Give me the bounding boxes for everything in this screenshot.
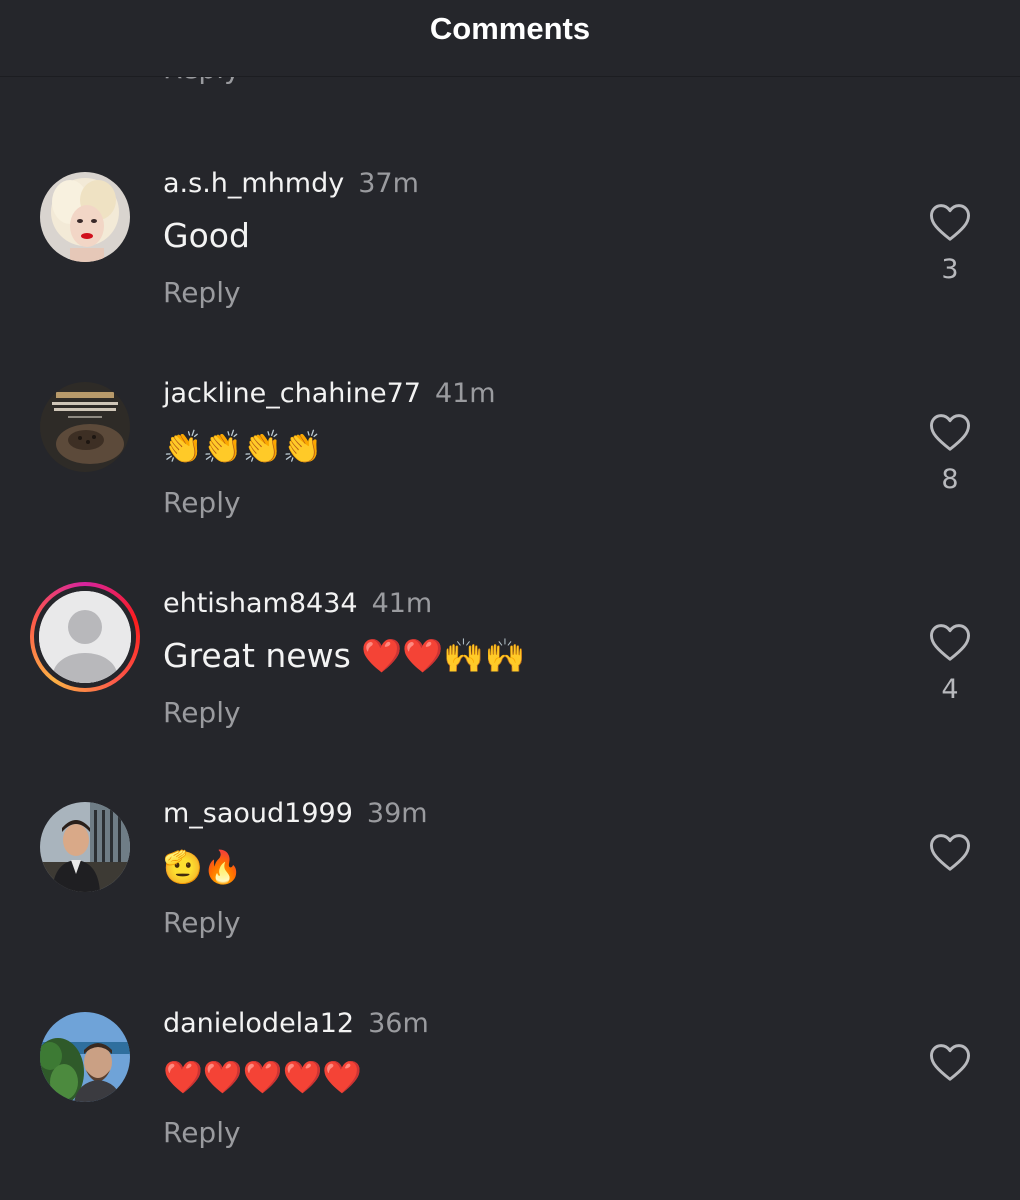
avatar[interactable] bbox=[40, 802, 130, 892]
heart-outline-icon[interactable] bbox=[928, 832, 972, 872]
comment-username[interactable]: ehtisham8434 41m bbox=[163, 588, 432, 619]
reply-button[interactable]: Reply bbox=[163, 276, 241, 309]
like-count: 8 bbox=[941, 464, 959, 495]
avatar[interactable] bbox=[40, 1012, 130, 1102]
comment-item: ehtisham8434 41m Great news ❤️❤️🙌🙌 Reply … bbox=[0, 582, 1020, 792]
reply-button[interactable]: Reply bbox=[163, 906, 241, 939]
heart-outline-icon[interactable] bbox=[928, 412, 972, 452]
comments-screen: Comments Reply a.s.h_mhmdy 37m Good Reply bbox=[0, 0, 1020, 1200]
comment-item: danielodela12 36m ❤️❤️❤️❤️❤️ Reply bbox=[0, 1008, 1020, 1200]
reply-button[interactable]: Reply bbox=[163, 696, 241, 729]
avatar-story-ring[interactable] bbox=[30, 582, 140, 692]
avatar bbox=[39, 591, 131, 683]
comment-time: 36m bbox=[368, 1008, 429, 1039]
comment-text: Great news ❤️❤️🙌🙌 bbox=[163, 636, 526, 675]
reply-button[interactable]: Reply bbox=[163, 1116, 241, 1149]
comment-text: 👏👏👏👏 bbox=[163, 428, 323, 466]
comment-time: 41m bbox=[371, 588, 433, 619]
comment-time: 41m bbox=[434, 378, 496, 409]
username-label[interactable]: m_saoud1999 bbox=[163, 798, 353, 829]
comment-username[interactable]: jackline_chahine77 41m bbox=[163, 378, 496, 409]
username-label[interactable]: danielodela12 bbox=[163, 1008, 354, 1039]
like-count: 4 bbox=[941, 674, 959, 705]
username-label[interactable]: a.s.h_mhmdy bbox=[163, 168, 344, 199]
comment-item: a.s.h_mhmdy 37m Good Reply 3 bbox=[0, 168, 1020, 372]
avatar[interactable] bbox=[40, 172, 130, 262]
like-count: 3 bbox=[941, 254, 959, 285]
comments-header: Comments bbox=[0, 0, 1020, 77]
username-label[interactable]: jackline_chahine77 bbox=[163, 378, 421, 409]
avatar[interactable] bbox=[40, 382, 130, 472]
comment-item: jackline_chahine77 41m 👏👏👏👏 Reply 8 bbox=[0, 378, 1020, 582]
comment-item: m_saoud1999 39m 🫡🔥 Reply bbox=[0, 798, 1020, 1002]
comment-username[interactable]: danielodela12 36m bbox=[163, 1008, 429, 1039]
comment-time: 39m bbox=[366, 798, 428, 829]
comment-username[interactable]: a.s.h_mhmdy 37m bbox=[163, 168, 419, 199]
default-avatar-icon bbox=[39, 591, 131, 683]
heart-outline-icon[interactable] bbox=[928, 622, 972, 662]
page-title: Comments bbox=[429, 11, 591, 46]
heart-outline-icon[interactable] bbox=[928, 202, 972, 242]
username-label[interactable]: ehtisham8434 bbox=[163, 588, 358, 619]
comment-username[interactable]: m_saoud1999 39m bbox=[163, 798, 428, 829]
ring-gap bbox=[34, 586, 136, 688]
comment-text: ❤️❤️❤️❤️❤️ bbox=[163, 1058, 363, 1096]
comment-text: 🫡🔥 bbox=[163, 848, 243, 886]
reply-button[interactable]: Reply bbox=[163, 486, 241, 519]
comment-time: 37m bbox=[358, 168, 419, 199]
heart-outline-icon[interactable] bbox=[928, 1042, 972, 1082]
comment-text: Good bbox=[163, 216, 250, 255]
